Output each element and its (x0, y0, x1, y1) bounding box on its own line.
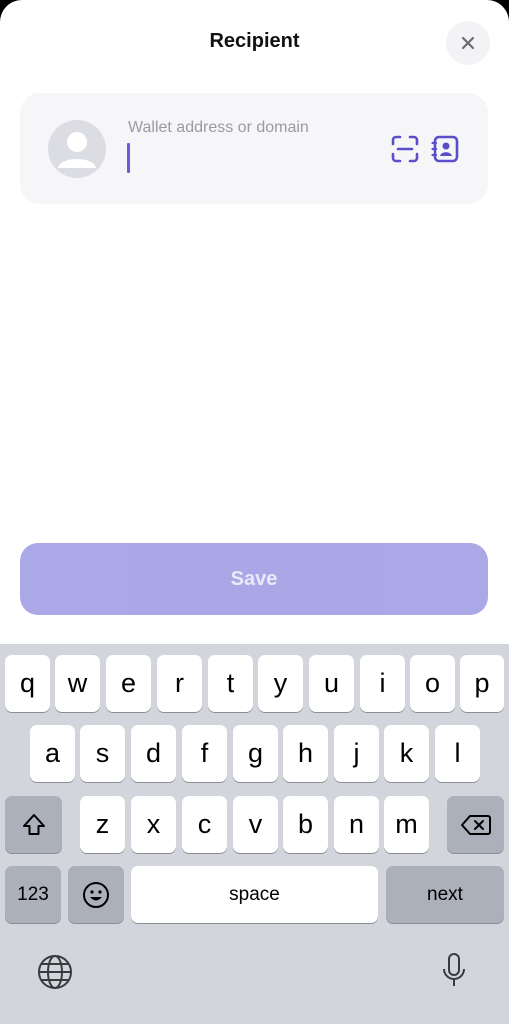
key-y[interactable]: y (258, 655, 303, 712)
key-t[interactable]: t (208, 655, 253, 712)
shift-key[interactable] (5, 796, 62, 853)
contacts-button[interactable] (430, 133, 462, 165)
shift-icon (22, 813, 45, 835)
key-l[interactable]: l (435, 725, 480, 782)
emoji-icon (83, 881, 109, 908)
keyboard: q w e r t y u i o p a s d f g h j k l z … (0, 644, 509, 1024)
key-k[interactable]: k (384, 725, 429, 782)
recipient-screen: Recipient Wallet address or domain Save … (0, 0, 509, 1024)
backspace-icon (460, 814, 491, 835)
key-h[interactable]: h (283, 725, 328, 782)
key-p[interactable]: p (460, 655, 504, 712)
save-button-label: Save (230, 567, 278, 590)
key-m[interactable]: m (384, 796, 429, 853)
space-key[interactable]: space (131, 866, 378, 923)
qr-scan-icon (391, 135, 419, 163)
emoji-key[interactable] (68, 866, 124, 923)
key-d[interactable]: d (131, 725, 176, 782)
key-e[interactable]: e (106, 655, 151, 712)
key-r[interactable]: r (157, 655, 202, 712)
close-button[interactable] (446, 21, 490, 65)
globe-button[interactable] (34, 951, 76, 993)
key-o[interactable]: o (410, 655, 455, 712)
delete-key[interactable] (447, 796, 504, 853)
contacts-book-icon (431, 135, 459, 163)
globe-icon (38, 955, 72, 989)
key-a[interactable]: a (30, 725, 75, 782)
key-x[interactable]: x (131, 796, 176, 853)
key-s[interactable]: s (80, 725, 125, 782)
key-j[interactable]: j (334, 725, 379, 782)
key-c[interactable]: c (182, 796, 227, 853)
save-button[interactable]: Save (20, 543, 488, 615)
next-key[interactable]: next (386, 866, 504, 923)
key-b[interactable]: b (283, 796, 328, 853)
recipient-input-card[interactable]: Wallet address or domain (20, 93, 488, 204)
qr-scan-button[interactable] (389, 133, 421, 165)
microphone-icon (443, 953, 465, 986)
numbers-key[interactable]: 123 (5, 866, 61, 923)
close-icon (461, 36, 475, 50)
key-n[interactable]: n (334, 796, 379, 853)
page-title: Recipient (209, 30, 300, 52)
key-z[interactable]: z (80, 796, 125, 853)
avatar-placeholder-icon (48, 120, 106, 178)
key-w[interactable]: w (55, 655, 100, 712)
key-v[interactable]: v (233, 796, 278, 853)
key-q[interactable]: q (5, 655, 50, 712)
address-input-placeholder[interactable]: Wallet address or domain (128, 119, 309, 137)
key-i[interactable]: i (360, 655, 405, 712)
text-cursor (127, 143, 130, 173)
key-f[interactable]: f (182, 725, 227, 782)
dictation-button[interactable] (433, 949, 475, 995)
key-g[interactable]: g (233, 725, 278, 782)
key-u[interactable]: u (309, 655, 354, 712)
